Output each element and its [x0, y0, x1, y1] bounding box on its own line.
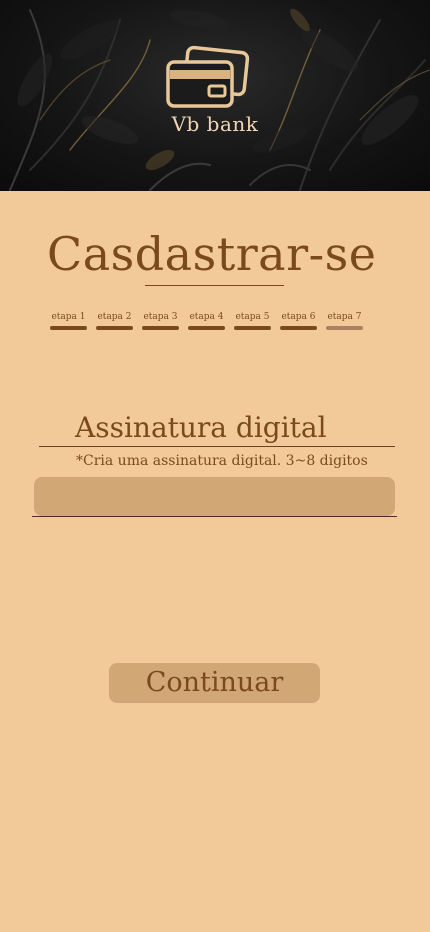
step-4: etapa 4	[188, 312, 225, 330]
signature-hint: *Cria uma assinatura digital. 3~8 digito…	[76, 453, 368, 469]
step-label: etapa 6	[281, 312, 316, 322]
step-bar	[326, 326, 363, 330]
step-label: etapa 5	[235, 312, 270, 322]
signature-input[interactable]	[34, 477, 395, 516]
page-title: Casdastrar-se	[47, 227, 377, 281]
step-6: etapa 6	[280, 312, 317, 330]
step-bar	[50, 326, 87, 330]
brand-name: Vb bank	[171, 112, 259, 136]
progress-steps: etapa 1 etapa 2 etapa 3 etapa 4 etapa 5 …	[50, 312, 370, 336]
header-banner: Vb bank	[0, 0, 430, 191]
step-label: etapa 2	[97, 312, 132, 322]
step-bar	[142, 326, 179, 330]
step-3: etapa 3	[142, 312, 179, 330]
step-2: etapa 2	[96, 312, 133, 330]
step-bar	[234, 326, 271, 330]
step-bar	[96, 326, 133, 330]
signature-heading: Assinatura digital	[75, 411, 327, 444]
step-1: etapa 1	[50, 312, 87, 330]
step-bar	[188, 326, 225, 330]
continue-button[interactable]: Continuar	[109, 663, 320, 703]
step-7: etapa 7	[326, 312, 363, 330]
title-underline	[145, 285, 284, 286]
step-label: etapa 7	[327, 312, 362, 322]
step-label: etapa 1	[51, 312, 86, 322]
step-5: etapa 5	[234, 312, 271, 330]
heading-divider	[39, 446, 395, 447]
step-bar	[280, 326, 317, 330]
input-underline	[32, 516, 397, 517]
step-label: etapa 3	[143, 312, 178, 322]
step-label: etapa 4	[189, 312, 224, 322]
